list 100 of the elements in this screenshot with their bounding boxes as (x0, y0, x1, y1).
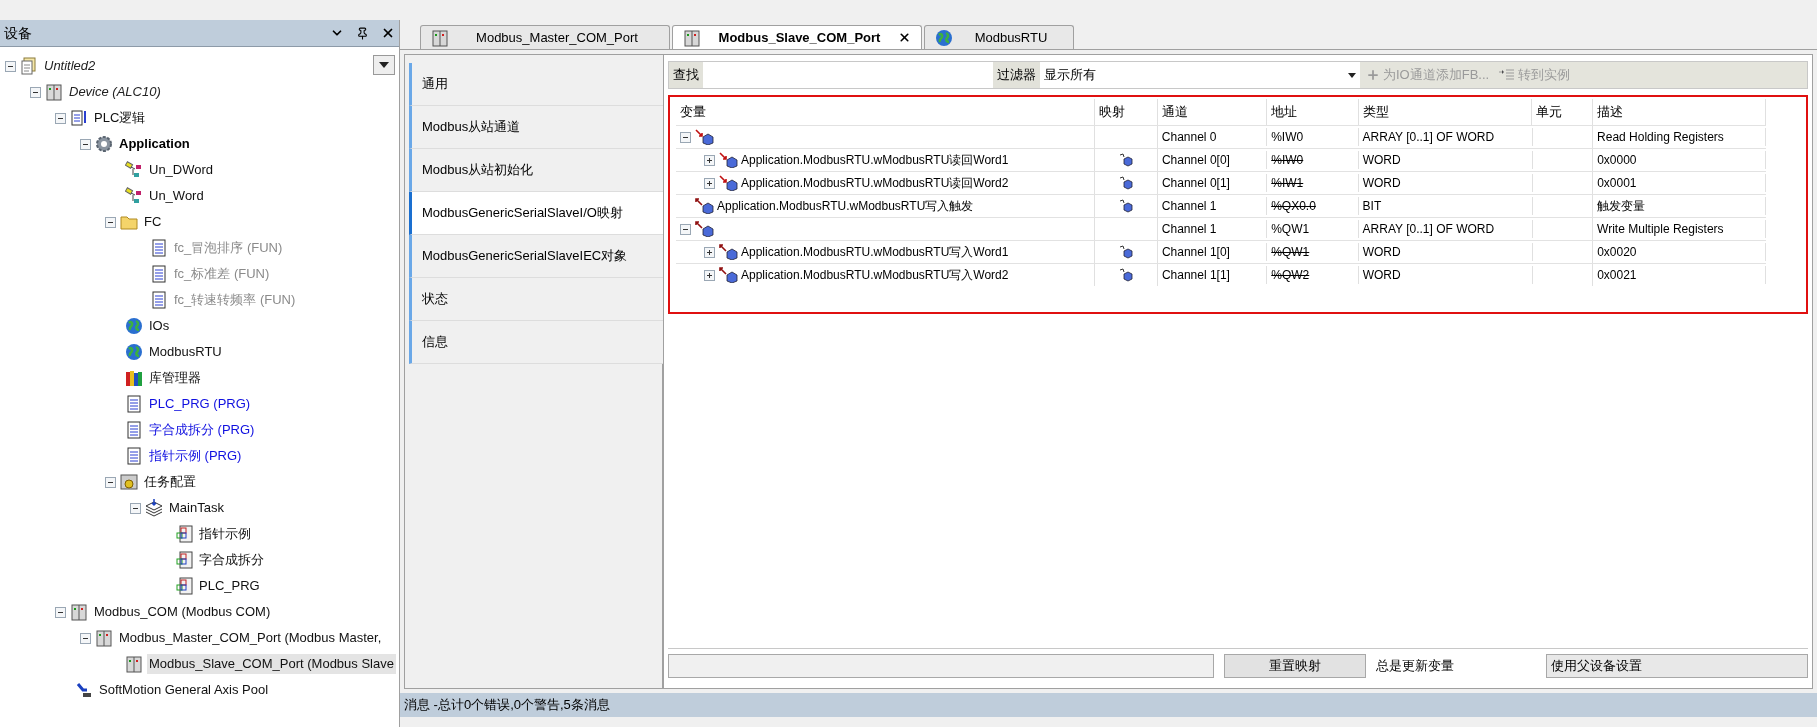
document-icon (150, 265, 168, 283)
variable-name[interactable]: Application.ModbusRTU.wModbusRTU写入Word2 (741, 266, 1009, 284)
close-icon[interactable] (381, 26, 395, 40)
variable-name[interactable]: Application.ModbusRTU.wModbusRTU读回Word2 (741, 174, 1009, 192)
tree-item[interactable]: fc_转速转频率 (FUN) (172, 290, 298, 310)
tree-item[interactable]: 字合成拆分 (PRG) (147, 420, 257, 440)
books-icon (125, 369, 143, 387)
globe-icon (125, 343, 143, 361)
globe-icon (935, 28, 953, 47)
document-icon (125, 395, 143, 413)
tree-item[interactable]: 库管理器 (147, 368, 203, 388)
tree-item[interactable]: IOs (147, 316, 172, 336)
row-toggle[interactable] (680, 223, 691, 235)
variable-name[interactable]: Application.ModbusRTU.wModbusRTU写入触发 (717, 197, 974, 215)
table-cell: BIT (1358, 197, 1533, 215)
output-variable-icon (718, 267, 738, 283)
tree-toggle[interactable] (105, 476, 116, 488)
column-header[interactable]: 地址 (1267, 99, 1359, 125)
table-cell: Channel 0 (1157, 128, 1268, 146)
variable-name[interactable]: Application.ModbusRTU.wModbusRTU写入Word1 (741, 243, 1009, 261)
tree-toggle[interactable] (55, 606, 66, 618)
tree-item[interactable]: 指针示例 (197, 524, 253, 544)
output-variable-icon (718, 244, 738, 260)
tree-item[interactable]: PLC_PRG (PRG) (147, 394, 253, 414)
editor-tab[interactable]: Modbus_Master_COM_Port (420, 25, 670, 49)
row-toggle[interactable] (704, 177, 715, 189)
tree-toggle[interactable] (5, 60, 16, 72)
side-nav-item[interactable]: Modbus从站通道 (409, 106, 663, 149)
column-header[interactable]: 通道 (1157, 99, 1268, 125)
document-icon (125, 421, 143, 439)
tree-item[interactable]: SoftMotion General Axis Pool (97, 680, 271, 700)
input-variable-icon (694, 129, 714, 145)
device-icon (125, 655, 143, 673)
document-icon (20, 57, 38, 75)
tree-menu-button[interactable] (373, 55, 395, 75)
tree-item[interactable]: Device (ALC10) (67, 82, 163, 102)
tree-item[interactable]: 任务配置 (142, 472, 198, 492)
table-cell: ARRAY [0..1] OF WORD (1358, 220, 1533, 238)
row-toggle[interactable] (704, 154, 715, 166)
row-toggle[interactable] (680, 131, 691, 143)
editor-tab[interactable]: Modbus_Slave_COM_Port (672, 25, 922, 49)
tree-toggle[interactable] (30, 86, 41, 98)
close-icon[interactable] (898, 31, 911, 44)
tree-item[interactable]: fc_冒泡排序 (FUN) (172, 238, 285, 258)
document-icon (150, 239, 168, 257)
device-icon (683, 28, 701, 47)
column-header[interactable]: 变量 (676, 99, 1096, 125)
tree-toggle[interactable] (80, 138, 91, 150)
variable-name[interactable]: Application.ModbusRTU.wModbusRTU读回Word1 (741, 151, 1009, 169)
side-nav-item[interactable]: Modbus从站初始化 (409, 149, 663, 192)
tree-item[interactable]: PLC_PRG (197, 576, 262, 596)
reset-mapping-button[interactable]: 重置映射 (1224, 653, 1366, 678)
tree-item[interactable]: Un_Word (147, 186, 206, 206)
tree-item[interactable]: ModbusRTU (147, 342, 224, 362)
column-header[interactable]: 映射 (1095, 99, 1158, 125)
tree-item[interactable]: 指针示例 (PRG) (147, 446, 244, 466)
column-header[interactable]: 描述 (1593, 99, 1766, 125)
side-nav-item[interactable]: ModbusGenericSerialSlaveI/O映射 (409, 192, 665, 235)
gear-icon (95, 135, 113, 153)
table-cell: ARRAY [0..1] OF WORD (1358, 128, 1533, 146)
tree-item[interactable]: Modbus_Slave_COM_Port (Modbus Slave (147, 654, 396, 674)
table-cell: Channel 1[1] (1157, 266, 1268, 284)
tree-item[interactable]: Modbus_Master_COM_Port (Modbus Master, (117, 628, 384, 648)
side-nav-item[interactable]: ModbusGenericSerialSlaveIEC对象 (409, 235, 663, 278)
tree-item[interactable]: Application (117, 134, 192, 154)
table-cell: WORD (1358, 151, 1533, 169)
row-toggle[interactable] (704, 269, 715, 281)
editor-tab[interactable]: ModbusRTU (924, 25, 1074, 49)
column-header[interactable]: 单元 (1532, 99, 1594, 125)
table-cell: Write Multiple Registers (1593, 220, 1766, 238)
side-nav-item[interactable]: 通用 (409, 63, 663, 106)
mapping-icon (1119, 176, 1134, 190)
table-cell: Channel 0[1] (1157, 174, 1268, 192)
robot-arm-icon (75, 681, 93, 699)
tree-toggle[interactable] (80, 632, 91, 644)
table-cell: %QX0.0 (1267, 197, 1359, 215)
task-config-icon (120, 473, 138, 491)
update-select[interactable]: 使用父设备设置 (1546, 653, 1808, 678)
update-label: 总是更新变量 (1376, 656, 1455, 675)
tree-toggle[interactable] (105, 216, 116, 228)
tree-item[interactable]: Un_DWord (147, 160, 216, 180)
table-cell: Read Holding Registers (1593, 128, 1766, 146)
pin-icon[interactable] (356, 26, 369, 40)
tree-toggle[interactable] (55, 112, 66, 124)
program-icon (70, 109, 88, 127)
tree-toggle[interactable] (130, 502, 141, 514)
table-cell: %IW0 (1267, 151, 1359, 169)
tree-item[interactable]: 字合成拆分 (197, 550, 266, 570)
tree-item[interactable]: Modbus_COM (Modbus COM) (92, 602, 273, 622)
column-header[interactable]: 类型 (1358, 99, 1533, 125)
device-icon (95, 629, 113, 647)
side-nav-item[interactable]: 状态 (409, 278, 663, 321)
table-cell: WORD (1358, 266, 1533, 284)
row-toggle[interactable] (704, 246, 715, 258)
side-nav-item[interactable]: 信息 (409, 321, 663, 364)
tree-item[interactable]: FC (142, 212, 164, 232)
tree-item[interactable]: PLC逻辑 (92, 108, 148, 128)
tree-item[interactable]: MainTask (167, 498, 226, 518)
tree-item[interactable]: fc_标准差 (FUN) (172, 264, 272, 284)
tree-item[interactable]: Untitled2 (42, 56, 98, 76)
